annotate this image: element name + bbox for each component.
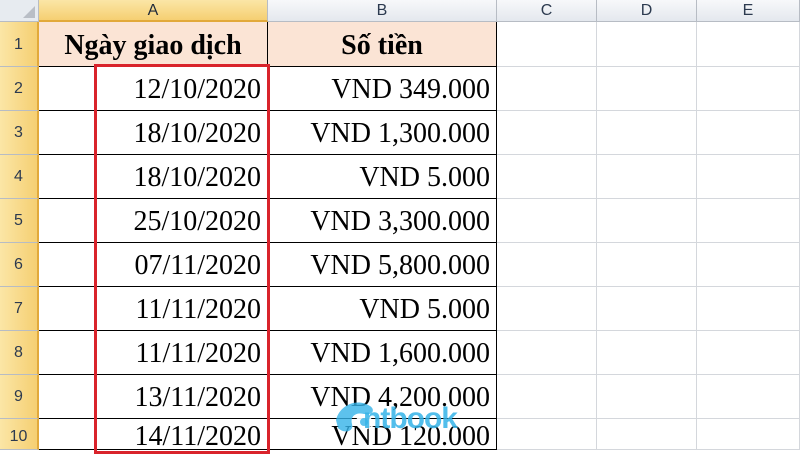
empty-cell[interactable] bbox=[497, 287, 597, 331]
column-header-d[interactable]: D bbox=[597, 0, 697, 22]
date-cell[interactable]: 14/11/2020 bbox=[39, 419, 268, 452]
empty-cell[interactable] bbox=[697, 287, 800, 331]
empty-cell[interactable] bbox=[597, 67, 697, 111]
empty-cell[interactable] bbox=[597, 419, 697, 450]
empty-cell[interactable] bbox=[497, 67, 597, 111]
empty-cell[interactable] bbox=[497, 155, 597, 199]
amount-cell[interactable]: VND 5.000 bbox=[268, 287, 497, 331]
empty-cell[interactable] bbox=[597, 155, 697, 199]
date-cell[interactable]: 18/10/2020 bbox=[39, 111, 268, 155]
empty-cell[interactable] bbox=[497, 199, 597, 243]
cell-c1[interactable] bbox=[497, 22, 597, 67]
amount-cell[interactable]: VND 5.000 bbox=[268, 155, 497, 199]
row-header-4[interactable]: 4 bbox=[0, 155, 39, 199]
empty-cell[interactable] bbox=[697, 331, 800, 375]
amount-cell[interactable]: VND 5,800.000 bbox=[268, 243, 497, 287]
amount-cell[interactable]: VND 349.000 bbox=[268, 67, 497, 111]
empty-cell[interactable] bbox=[697, 67, 800, 111]
empty-cell[interactable] bbox=[597, 375, 697, 419]
column-header-a[interactable]: A bbox=[39, 0, 268, 22]
row-header-10[interactable]: 10 bbox=[0, 419, 39, 450]
empty-cell[interactable] bbox=[697, 155, 800, 199]
date-cell[interactable]: 07/11/2020 bbox=[39, 243, 268, 287]
empty-cell[interactable] bbox=[697, 419, 800, 450]
row-header-9[interactable]: 9 bbox=[0, 375, 39, 419]
row-header-6[interactable]: 6 bbox=[0, 243, 39, 287]
amount-cell[interactable]: VND 1,600.000 bbox=[268, 331, 497, 375]
empty-cell[interactable] bbox=[697, 199, 800, 243]
date-cell[interactable]: 12/10/2020 bbox=[39, 67, 268, 111]
amount-cell[interactable]: VND 1,300.000 bbox=[268, 111, 497, 155]
cell-d1[interactable] bbox=[597, 22, 697, 67]
row-header-8[interactable]: 8 bbox=[0, 331, 39, 375]
column-header-b[interactable]: B bbox=[268, 0, 497, 22]
header-cell-date[interactable]: Ngày giao dịch bbox=[39, 22, 268, 67]
row-header-5[interactable]: 5 bbox=[0, 199, 39, 243]
empty-cell[interactable] bbox=[597, 331, 697, 375]
empty-cell[interactable] bbox=[597, 287, 697, 331]
empty-cell[interactable] bbox=[497, 111, 597, 155]
spreadsheet: A B C D E 1 2 3 4 5 6 7 8 9 10 Ngày giao… bbox=[0, 0, 800, 454]
select-all-triangle-icon bbox=[23, 6, 35, 18]
empty-cell[interactable] bbox=[697, 243, 800, 287]
empty-cell[interactable] bbox=[597, 199, 697, 243]
date-cell[interactable]: 25/10/2020 bbox=[39, 199, 268, 243]
date-cell[interactable]: 11/11/2020 bbox=[39, 287, 268, 331]
watermark-text: ntbook bbox=[363, 402, 458, 435]
row-header-3[interactable]: 3 bbox=[0, 111, 39, 155]
amount-cell[interactable]: VND 3,300.000 bbox=[268, 199, 497, 243]
cell-e1[interactable] bbox=[697, 22, 800, 67]
empty-cell[interactable] bbox=[697, 111, 800, 155]
column-header-c[interactable]: C bbox=[497, 0, 597, 22]
empty-cell[interactable] bbox=[497, 375, 597, 419]
empty-cell[interactable] bbox=[497, 243, 597, 287]
column-header-e[interactable]: E bbox=[697, 0, 800, 22]
date-cell[interactable]: 18/10/2020 bbox=[39, 155, 268, 199]
empty-cell[interactable] bbox=[497, 331, 597, 375]
select-all-corner[interactable] bbox=[0, 0, 39, 22]
empty-cell[interactable] bbox=[697, 375, 800, 419]
header-cell-amount[interactable]: Số tiền bbox=[268, 22, 497, 67]
empty-cell[interactable] bbox=[497, 419, 597, 450]
row-header-7[interactable]: 7 bbox=[0, 287, 39, 331]
empty-cell[interactable] bbox=[597, 111, 697, 155]
date-cell[interactable]: 13/11/2020 bbox=[39, 375, 268, 419]
row-header-1[interactable]: 1 bbox=[0, 22, 39, 67]
date-cell[interactable]: 11/11/2020 bbox=[39, 331, 268, 375]
empty-cell[interactable] bbox=[597, 243, 697, 287]
row-header-2[interactable]: 2 bbox=[0, 67, 39, 111]
